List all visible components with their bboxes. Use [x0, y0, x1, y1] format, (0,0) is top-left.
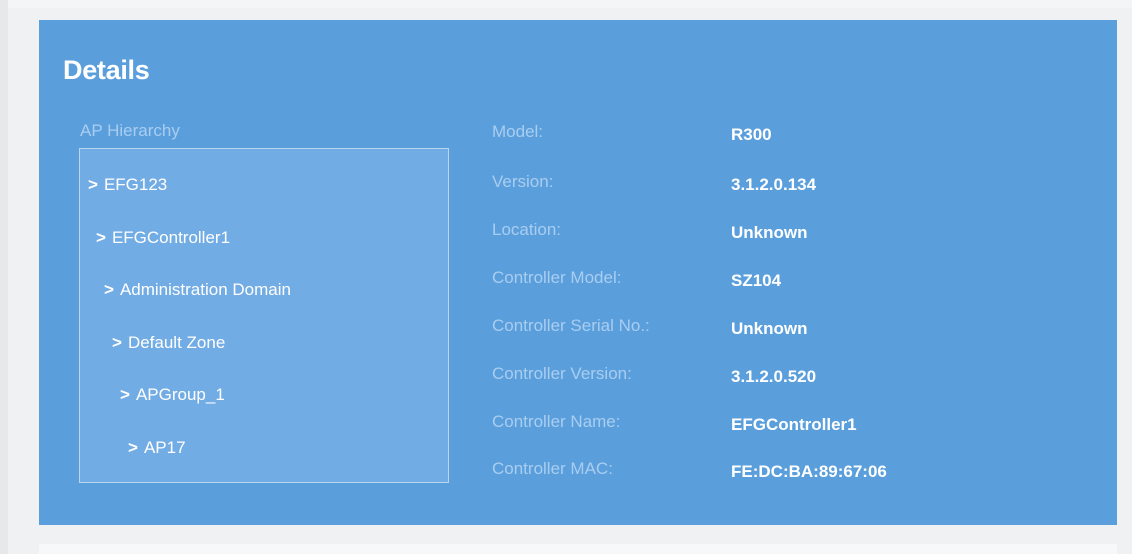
controller-mac-label: Controller MAC: [492, 459, 613, 478]
tree-item-label: Default Zone [127, 333, 226, 352]
ap-hierarchy-label: AP Hierarchy [80, 121, 180, 140]
controller-name-label: Controller Name: [492, 412, 621, 431]
chevron-right-icon: > [104, 280, 114, 299]
controller-serial-label: Controller Serial No.: [492, 316, 650, 335]
tree-item-ap17[interactable]: > AP17 [128, 438, 186, 458]
location-value: Unknown [731, 223, 808, 242]
tree-item-administration-domain[interactable]: > Administration Domain [104, 280, 291, 300]
location-label: Location: [492, 220, 561, 239]
details-title: Details [63, 55, 150, 85]
controller-version-label: Controller Version: [492, 364, 632, 383]
tree-item-label: EFG123 [103, 175, 168, 194]
controller-version-value: 3.1.2.0.520 [731, 367, 817, 386]
chevron-right-icon: > [112, 333, 122, 352]
left-edge-strip [0, 0, 8, 554]
controller-model-label: Controller Model: [492, 268, 622, 287]
controller-serial-value: Unknown [731, 319, 808, 338]
next-section-edge [39, 544, 1117, 554]
controller-name-value: EFGController1 [731, 415, 857, 434]
controller-mac-value: FE:DC:BA:89:67:06 [731, 462, 887, 481]
version-label: Version: [492, 172, 554, 191]
version-value: 3.1.2.0.134 [731, 175, 817, 194]
tree-item-apgroup-1[interactable]: > APGroup_1 [120, 385, 225, 405]
tree-item-efgcontroller1[interactable]: > EFGController1 [96, 228, 230, 248]
controller-model-value: SZ104 [731, 271, 782, 290]
model-value: R300 [731, 125, 772, 144]
tree-item-label: EFGController1 [111, 228, 231, 247]
tree-item-label: APGroup_1 [135, 385, 225, 404]
chevron-right-icon: > [96, 228, 106, 247]
chevron-right-icon: > [88, 175, 98, 194]
details-panel: Details AP Hierarchy > EFG123 > EFGControl… [39, 20, 1117, 525]
model-label: Model: [492, 122, 544, 141]
tree-item-default-zone[interactable]: > Default Zone [112, 333, 225, 353]
chevron-right-icon: > [120, 385, 130, 404]
chevron-right-icon: > [128, 438, 138, 457]
tree-item-label: AP17 [143, 438, 186, 457]
tree-item-efg123[interactable]: > EFG123 [88, 175, 167, 195]
tree-item-label: Administration Domain [119, 280, 291, 299]
ap-hierarchy-tree: > EFG123 > EFGController1 > Administration … [79, 148, 449, 483]
